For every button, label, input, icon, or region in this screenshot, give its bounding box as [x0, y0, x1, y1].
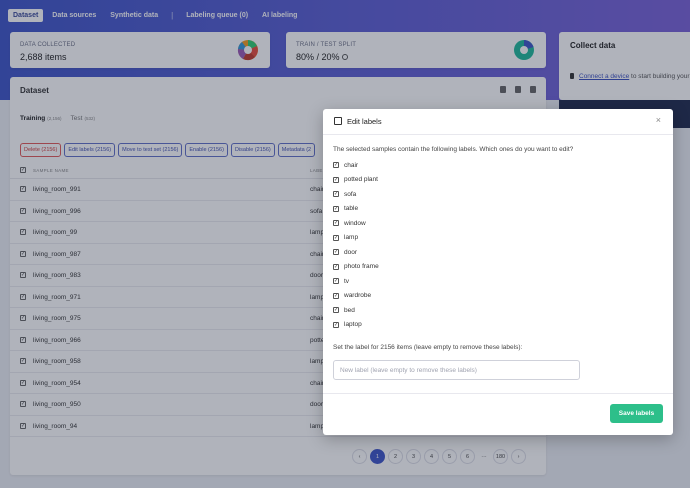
label-option-text: photo frame: [344, 263, 379, 270]
new-label-input[interactable]: [333, 360, 580, 380]
label-checkbox[interactable]: ✓: [333, 220, 339, 226]
label-option[interactable]: ✓ potted plant: [333, 175, 378, 185]
label-checkbox[interactable]: ✓: [333, 263, 339, 270]
label-checkbox[interactable]: ✓: [333, 191, 339, 197]
label-option-text: sofa: [344, 190, 357, 198]
label-option-text: door: [344, 248, 358, 256]
label-option-text: chair: [344, 161, 359, 169]
divider: [323, 134, 673, 135]
label-checkbox[interactable]: ✓: [333, 234, 339, 241]
label-checkbox[interactable]: ✓: [333, 249, 339, 255]
label-option[interactable]: ✓ photo frame: [333, 262, 379, 272]
set-label-instructions: Set the label for 2156 items (leave empt…: [333, 344, 523, 351]
label-option-text: bed: [344, 306, 355, 314]
edit-labels-dialog: Edit labels × The selected samples conta…: [323, 109, 673, 435]
dialog-title: Edit labels: [347, 117, 382, 126]
label-checkbox[interactable]: ✓: [333, 321, 339, 328]
label-option-text: lamp: [344, 234, 359, 241]
edit-icon: [334, 117, 342, 125]
label-option-text: table: [344, 205, 359, 212]
label-checkbox[interactable]: ✓: [333, 205, 339, 212]
label-option-text: laptop: [344, 321, 362, 328]
label-option-text: potted plant: [344, 176, 378, 183]
label-checkbox[interactable]: ✓: [333, 162, 339, 168]
label-checkbox[interactable]: ✓: [333, 292, 339, 299]
dialog-question: The selected samples contain the followi…: [333, 146, 574, 153]
label-option[interactable]: ✓ chair: [333, 160, 358, 170]
divider: [323, 393, 673, 394]
label-option[interactable]: ✓ lamp: [333, 233, 358, 243]
close-icon[interactable]: ×: [656, 115, 661, 125]
label-option[interactable]: ✓ bed: [333, 305, 355, 315]
label-option-text: tv: [344, 277, 350, 285]
label-option[interactable]: ✓ tv: [333, 276, 349, 286]
label-option[interactable]: ✓ laptop: [333, 320, 362, 330]
save-labels-button[interactable]: Save labels: [610, 404, 663, 423]
label-checkbox[interactable]: ✓: [333, 278, 339, 284]
label-option[interactable]: ✓ window: [333, 218, 366, 228]
label-checkbox[interactable]: ✓: [333, 307, 339, 313]
label-option[interactable]: ✓ wardrobe: [333, 291, 371, 301]
label-option-text: wardrobe: [344, 292, 372, 299]
label-checkbox[interactable]: ✓: [333, 176, 339, 183]
label-option[interactable]: ✓ sofa: [333, 189, 356, 199]
label-option[interactable]: ✓ door: [333, 247, 357, 257]
label-option[interactable]: ✓ table: [333, 204, 358, 214]
label-option-text: window: [344, 219, 366, 227]
